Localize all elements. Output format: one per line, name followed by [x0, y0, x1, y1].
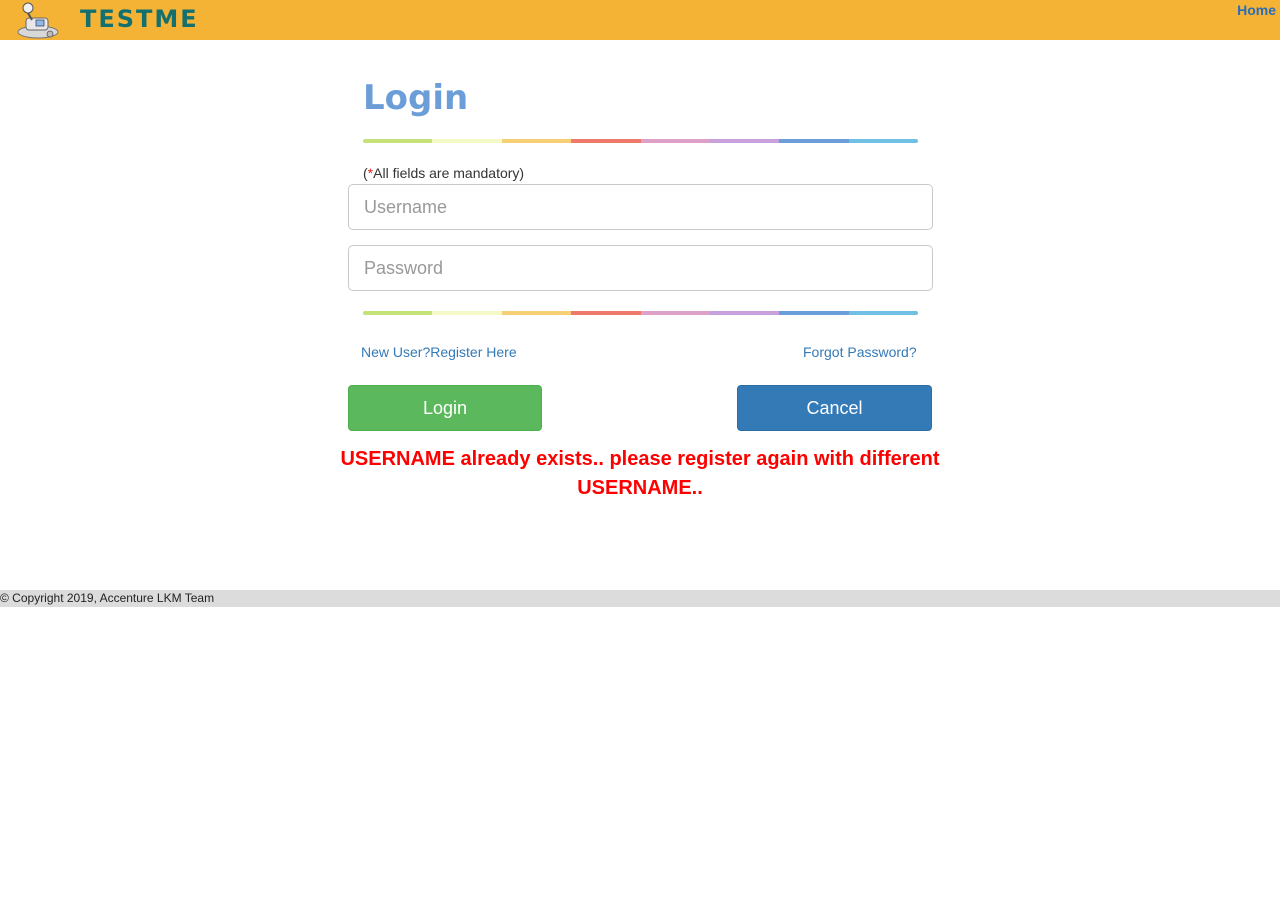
- rainbow-segment: [501, 311, 572, 315]
- password-input[interactable]: [348, 245, 933, 291]
- rainbow-divider-bottom: [363, 311, 918, 315]
- rainbow-segment: [848, 139, 918, 143]
- home-link[interactable]: Home: [1237, 2, 1276, 18]
- rainbow-segment: [501, 139, 572, 143]
- header-bar: TESTME Home: [0, 0, 1280, 40]
- rainbow-segment: [640, 311, 710, 315]
- page-title: Login: [363, 78, 469, 118]
- forgot-password-link[interactable]: Forgot Password?: [803, 344, 917, 360]
- rainbow-segment: [432, 139, 502, 143]
- username-input[interactable]: [348, 184, 933, 230]
- rainbow-segment: [571, 139, 641, 143]
- rainbow-segment: [640, 139, 710, 143]
- login-button[interactable]: Login: [348, 385, 542, 431]
- footer-bar: © Copyright 2019, Accenture LKM Team: [0, 590, 1280, 607]
- rainbow-segment: [709, 139, 780, 143]
- mandatory-text: All fields are mandatory): [373, 165, 525, 181]
- rainbow-segment: [432, 311, 502, 315]
- rainbow-segment: [363, 311, 433, 315]
- rainbow-segment: [779, 139, 849, 143]
- rainbow-segment: [709, 311, 780, 315]
- rainbow-segment: [779, 311, 849, 315]
- rainbow-divider-top: [363, 139, 918, 143]
- cancel-button[interactable]: Cancel: [737, 385, 932, 431]
- copyright-text: © Copyright 2019, Accenture LKM Team: [0, 591, 215, 605]
- error-message: USERNAME already exists.. please registe…: [340, 448, 940, 499]
- mandatory-note: (*All fields are mandatory): [363, 165, 524, 181]
- rainbow-segment: [848, 311, 918, 315]
- rainbow-segment: [571, 311, 641, 315]
- register-link[interactable]: New User?Register Here: [361, 344, 517, 360]
- rainbow-segment: [363, 139, 433, 143]
- robot-mascot-icon: [17, 2, 59, 39]
- logo-text: TESTME: [80, 5, 199, 33]
